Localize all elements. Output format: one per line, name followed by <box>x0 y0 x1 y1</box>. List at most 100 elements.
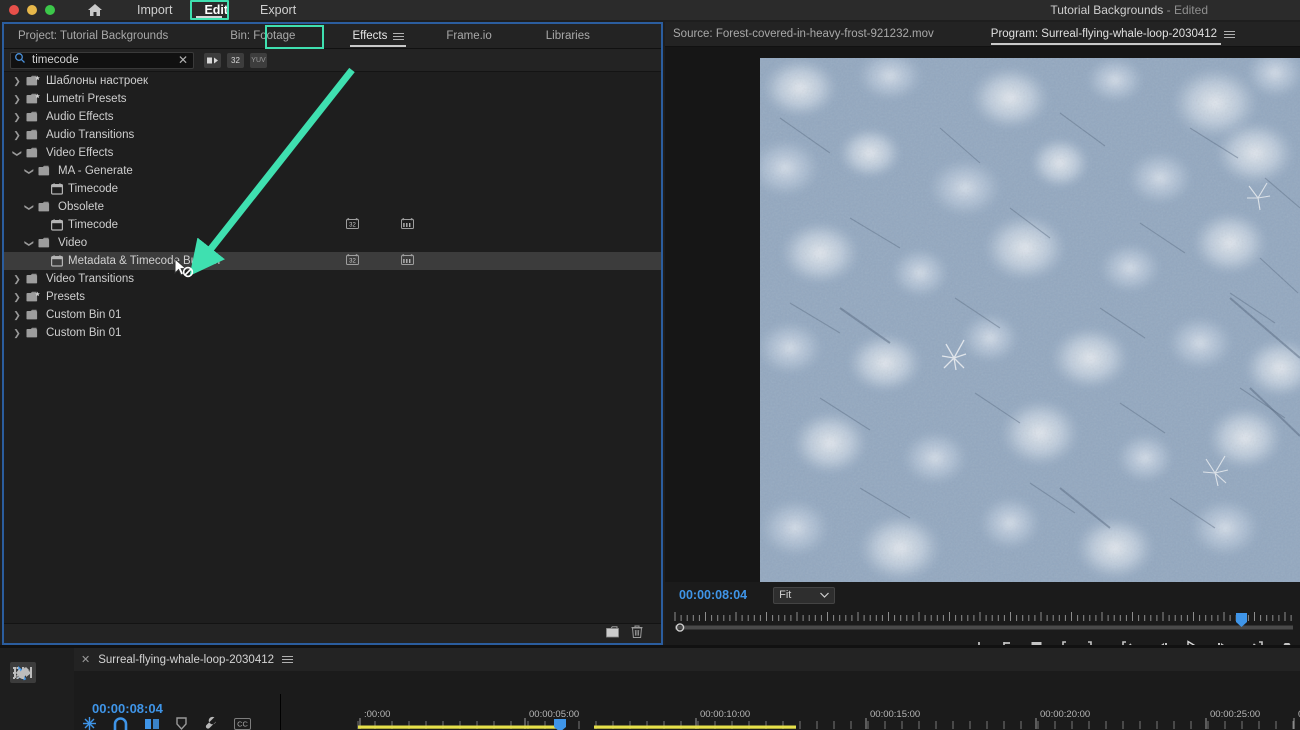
hamburger-menu-icon[interactable] <box>393 32 405 40</box>
preset-folder-icon <box>26 291 41 303</box>
tree-row-label: Video <box>58 237 88 249</box>
timeline-playhead[interactable] <box>554 719 566 730</box>
menu-import[interactable]: Import <box>133 2 176 18</box>
tree-row-label: Timecode <box>68 183 119 195</box>
home-icon[interactable] <box>87 3 103 17</box>
tree-row-label: Audio Effects <box>46 111 114 123</box>
hamburger-menu-icon[interactable] <box>1224 30 1236 38</box>
tab-libraries[interactable]: Libraries <box>540 24 596 49</box>
effect-icon <box>51 219 63 231</box>
search-input[interactable]: timecode ✕ <box>10 51 194 69</box>
timeline-panel: ✕ Surreal-flying-whale-loop-2030412 00:0… <box>74 648 1300 730</box>
yuv-filter[interactable]: YUV <box>250 52 267 68</box>
timeline-toolbar[interactable]: CC <box>82 716 251 730</box>
closed-caption-icon[interactable]: CC <box>234 717 251 730</box>
timeline-tab[interactable]: ✕ Surreal-flying-whale-loop-2030412 <box>74 648 1300 671</box>
tab-frameio-label: Frame.io <box>446 30 492 42</box>
tree-row-label: Video Effects <box>46 147 114 159</box>
minimize-window-button[interactable] <box>27 5 37 15</box>
yuv-badge-icon <box>401 217 414 233</box>
tree-row[interactable]: Timecode 32 <box>4 216 661 234</box>
pen-tool[interactable] <box>10 662 36 683</box>
monitor-playhead[interactable] <box>1236 613 1247 627</box>
32bit-badge-icon: 32 <box>346 253 359 269</box>
hamburger-menu-icon[interactable] <box>282 656 294 663</box>
magnet-icon[interactable] <box>113 716 128 730</box>
timeline-ruler[interactable]: :00:00 00:00:05:00 00:00:10:00 00:00:15:00 0… <box>280 708 1300 730</box>
effect-icon <box>51 183 63 195</box>
tree-row[interactable]: ❯ Video Transitions <box>4 270 661 288</box>
tab-program-monitor[interactable]: Program: Surreal-flying-whale-loop-20304… <box>990 22 1236 47</box>
32bit-badge-icon: 32 <box>346 217 359 233</box>
clear-icon[interactable]: ✕ <box>178 54 188 66</box>
chevron-down-icon[interactable]: ❯ <box>12 148 23 158</box>
zoom-level-select[interactable]: Fit <box>773 586 836 604</box>
folder-icon <box>26 111 41 123</box>
chevron-right-icon[interactable]: ❯ <box>12 130 22 141</box>
chevron-right-icon[interactable]: ❯ <box>12 94 22 105</box>
effects-search-row: timecode ✕ 32 YUV <box>4 49 661 72</box>
marker-icon[interactable] <box>176 716 187 730</box>
tab-source-monitor[interactable]: Source: Forest-covered-in-heavy-frost-92… <box>673 22 934 47</box>
svg-text:32: 32 <box>349 222 356 228</box>
menu-export[interactable]: Export <box>256 2 300 18</box>
linked-selection-icon[interactable] <box>144 717 160 730</box>
chevron-down-icon[interactable]: ❯ <box>24 166 35 176</box>
chevron-down-icon[interactable]: ❯ <box>24 202 35 212</box>
maximize-window-button[interactable] <box>45 5 55 15</box>
chevron-right-icon[interactable]: ❯ <box>12 292 22 303</box>
32bit-color-filter[interactable]: 32 <box>227 52 244 68</box>
program-video-view[interactable] <box>760 58 1300 582</box>
program-monitor-panel: Source: Forest-covered-in-heavy-frost-92… <box>665 22 1300 655</box>
folder-icon <box>38 201 53 213</box>
tree-row-label: Шаблоны настроек <box>46 75 149 87</box>
work-area-bar[interactable] <box>358 725 560 729</box>
frost-forest-frame <box>760 58 1300 582</box>
tree-row[interactable]: ❯ Presets <box>4 288 661 306</box>
tree-row[interactable]: ❯ Lumetri Presets <box>4 90 661 108</box>
tree-row[interactable]: ❯ Video <box>4 234 661 252</box>
tools-panel[interactable] <box>10 662 72 730</box>
preset-folder-icon <box>26 75 41 87</box>
tree-row[interactable]: Timecode <box>4 180 661 198</box>
tree-row[interactable]: ❯ Audio Effects <box>4 108 661 126</box>
chevron-down-icon[interactable]: ❯ <box>24 238 35 248</box>
tab-project[interactable]: Project: Tutorial Backgrounds <box>12 24 174 49</box>
chevron-right-icon[interactable]: ❯ <box>12 76 22 87</box>
tree-row-selected[interactable]: Metadata & Timecode Burn-in 32 <box>4 252 661 270</box>
work-area-bar[interactable] <box>594 725 796 729</box>
timeline-tick-label: :00:00 <box>364 709 390 720</box>
tree-row[interactable]: ❯ Obsolete <box>4 198 661 216</box>
tree-row[interactable]: ❯ Audio Transitions <box>4 126 661 144</box>
tab-program-label: Program: Surreal-flying-whale-loop-20304… <box>990 28 1218 40</box>
tree-row[interactable]: ❯ Custom Bin 01 <box>4 306 661 324</box>
trash-icon[interactable] <box>631 625 643 643</box>
window-controls[interactable] <box>9 5 55 15</box>
tree-row[interactable]: ❯ Шаблоны настроек <box>4 72 661 90</box>
effects-tree[interactable]: ❯ Шаблоны настроек ❯ Lumetri Presets ❯ Audio … <box>4 72 661 623</box>
tree-row[interactable]: ❯ MA - Generate <box>4 162 661 180</box>
close-window-button[interactable] <box>9 5 19 15</box>
tab-frameio[interactable]: Frame.io <box>440 24 497 49</box>
chevron-right-icon[interactable]: ❯ <box>12 310 22 321</box>
tree-row[interactable]: ❯ Video Effects <box>4 144 661 162</box>
monitor-playhead-timecode[interactable]: 00:00:08:04 <box>679 588 747 602</box>
accelerated-effects-filter[interactable] <box>204 52 221 68</box>
tree-row-label: Audio Transitions <box>46 129 135 141</box>
project-title-text: Tutorial Backgrounds <box>1050 3 1164 17</box>
tab-bin-footage[interactable]: Bin: Footage <box>224 24 301 49</box>
monitor-time-ruler[interactable] <box>665 612 1300 632</box>
timeline-playhead-timecode[interactable]: 00:00:08:04 <box>92 701 163 716</box>
preset-folder-icon <box>26 93 41 105</box>
chevron-right-icon[interactable]: ❯ <box>12 274 22 285</box>
tree-row-label: Presets <box>46 291 85 303</box>
close-icon[interactable]: ✕ <box>81 653 90 666</box>
new-bin-icon[interactable] <box>606 625 621 643</box>
chevron-right-icon[interactable]: ❯ <box>12 328 22 339</box>
snowflake-icon[interactable] <box>82 716 97 730</box>
wrench-icon[interactable] <box>203 716 218 730</box>
chevron-right-icon[interactable]: ❯ <box>12 112 22 123</box>
tree-row[interactable]: ❯ Custom Bin 01 <box>4 324 661 342</box>
tab-effects[interactable]: Effects <box>346 24 410 49</box>
effects-filter-group[interactable]: 32 YUV <box>204 52 267 68</box>
